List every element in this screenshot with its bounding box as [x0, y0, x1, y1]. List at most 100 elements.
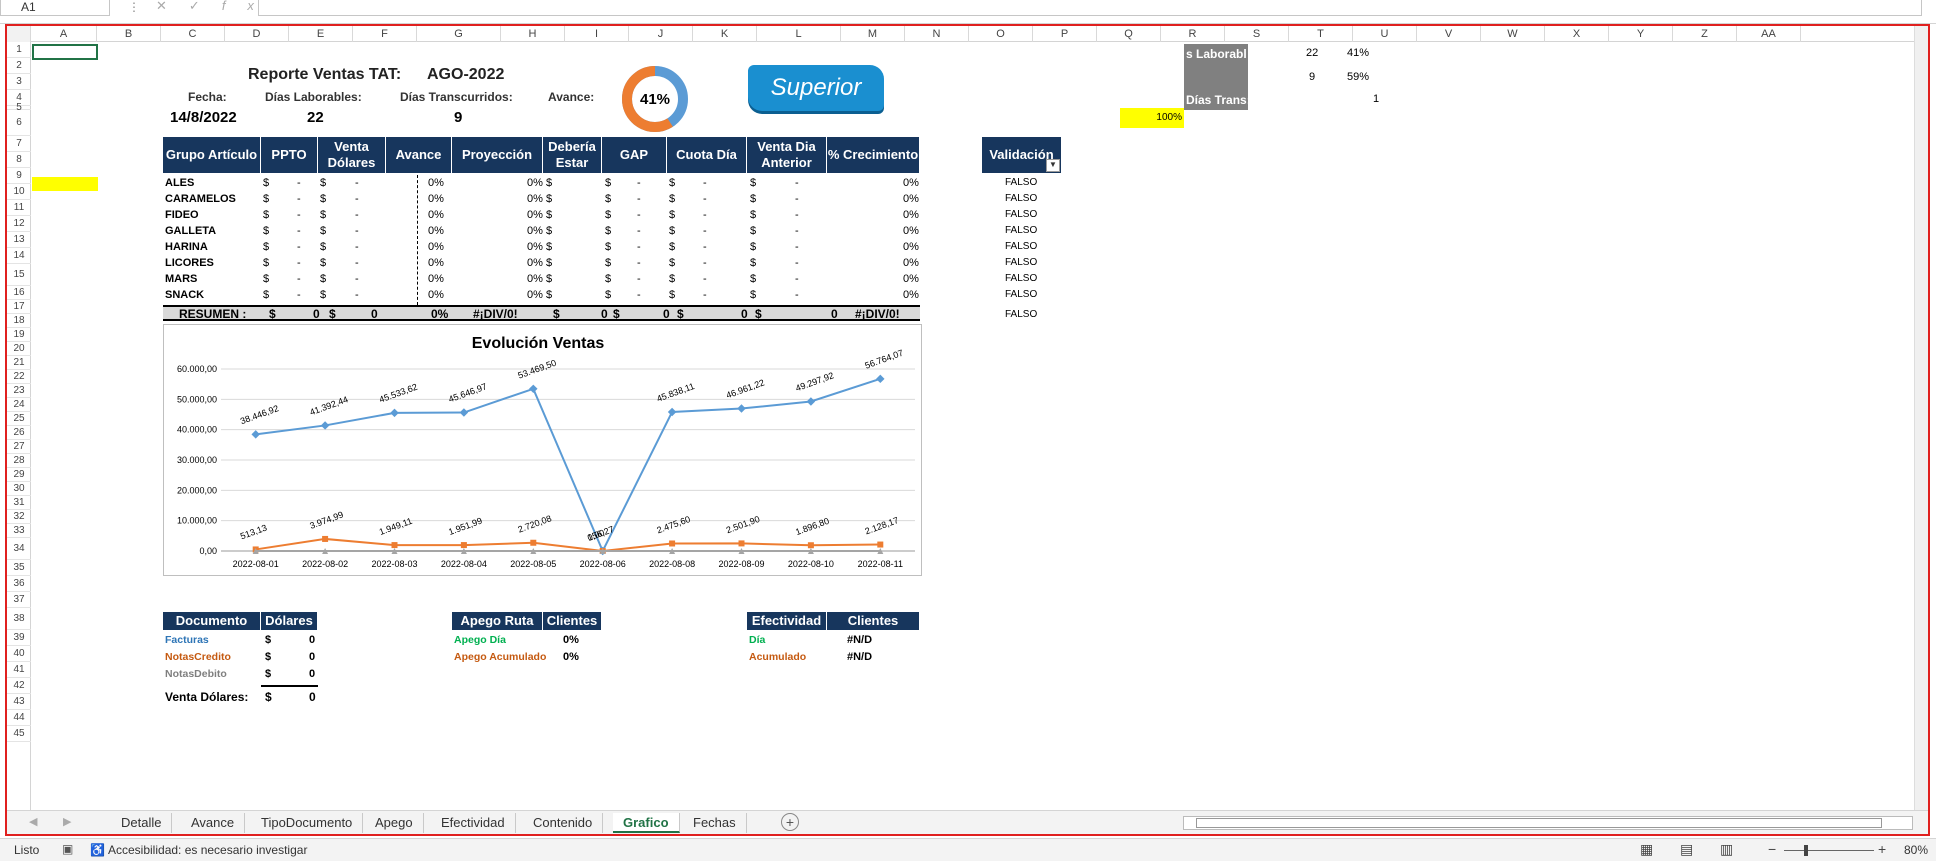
column-header-Q[interactable]: Q — [1097, 26, 1161, 42]
row-header-39[interactable]: 39 — [7, 630, 31, 646]
column-header-N[interactable]: N — [905, 26, 969, 42]
column-header-V[interactable]: V — [1417, 26, 1481, 42]
filter-dropdown-icon[interactable]: ▼ — [1046, 159, 1060, 172]
data-point[interactable] — [460, 542, 467, 549]
evolucion-ventas-chart[interactable]: Evolución Ventas 0,00 10.000,00 20.000,00 30… — [163, 324, 922, 576]
column-header-U[interactable]: U — [1353, 26, 1417, 42]
data-point[interactable] — [669, 540, 676, 547]
row-header-3[interactable]: 3 — [7, 74, 31, 90]
row-header-35[interactable]: 35 — [7, 560, 31, 576]
tab-fechas[interactable]: Fechas — [683, 813, 747, 833]
row-header-23[interactable]: 23 — [7, 384, 31, 398]
data-point[interactable] — [877, 541, 884, 548]
tab-scroll-left-icon[interactable]: ◀ — [29, 815, 37, 828]
row-header-25[interactable]: 25 — [7, 412, 31, 426]
tab-apego[interactable]: Apego — [365, 813, 424, 833]
row-header-15[interactable]: 15 — [7, 264, 31, 286]
page-break-icon[interactable]: ▥ — [1720, 841, 1733, 858]
row-header-33[interactable]: 33 — [7, 524, 31, 538]
column-header-R[interactable]: R — [1161, 26, 1225, 42]
row-header-9[interactable]: 9 — [7, 168, 31, 184]
row-header-2[interactable]: 2 — [7, 58, 31, 74]
tab-scroll-right-icon[interactable]: ▶ — [63, 815, 71, 828]
column-header-AA[interactable]: AA — [1737, 26, 1801, 42]
column-header-G[interactable]: G — [417, 26, 501, 42]
page-layout-icon[interactable]: ▤ — [1680, 841, 1693, 858]
active-cell[interactable] — [32, 44, 98, 60]
normal-view-icon[interactable]: ▦ — [1640, 841, 1653, 858]
row-header-37[interactable]: 37 — [7, 592, 31, 608]
column-header-Y[interactable]: Y — [1609, 26, 1673, 42]
row-header-21[interactable]: 21 — [7, 356, 31, 370]
zoom-level[interactable]: 80% — [1904, 843, 1928, 857]
accessibility-icon[interactable]: ♿ — [90, 843, 105, 857]
column-header-H[interactable]: H — [501, 26, 565, 42]
cancel-icon[interactable]: ✕ — [156, 0, 189, 13]
zoom-slider[interactable] — [1784, 850, 1874, 851]
select-all-corner[interactable] — [7, 26, 31, 42]
row-header-28[interactable]: 28 — [7, 454, 31, 468]
row-header-14[interactable]: 14 — [7, 248, 31, 264]
row-header-18[interactable]: 18 — [7, 314, 31, 328]
column-header-X[interactable]: X — [1545, 26, 1609, 42]
row-header-32[interactable]: 32 — [7, 510, 31, 524]
column-header-A[interactable]: A — [31, 26, 97, 42]
row-header-8[interactable]: 8 — [7, 152, 31, 168]
add-sheet-icon[interactable]: + — [781, 813, 799, 831]
row-header-13[interactable]: 13 — [7, 232, 31, 248]
row-header-45[interactable]: 45 — [7, 726, 31, 742]
row-header-16[interactable]: 16 — [7, 286, 31, 300]
row-header-30[interactable]: 30 — [7, 482, 31, 496]
name-box[interactable]: A1 — [0, 0, 110, 16]
row-header-40[interactable]: 40 — [7, 646, 31, 662]
row-header-24[interactable]: 24 — [7, 398, 31, 412]
tab-detalle[interactable]: Detalle — [111, 813, 173, 833]
accessibility-status[interactable]: Accesibilidad: es necesario investigar — [108, 843, 307, 857]
zoom-out-icon[interactable]: − — [1768, 841, 1776, 857]
tab-grafico[interactable]: Grafico — [613, 813, 680, 833]
row-header-17[interactable]: 17 — [7, 300, 31, 314]
column-header-I[interactable]: I — [565, 26, 629, 42]
row-header-7[interactable]: 7 — [7, 136, 31, 152]
row-header-31[interactable]: 31 — [7, 496, 31, 510]
column-header-Z[interactable]: Z — [1673, 26, 1737, 42]
row-header-22[interactable]: 22 — [7, 370, 31, 384]
column-header-W[interactable]: W — [1481, 26, 1545, 42]
row-header-42[interactable]: 42 — [7, 678, 31, 694]
column-header-E[interactable]: E — [289, 26, 353, 42]
column-header-B[interactable]: B — [97, 26, 161, 42]
zoom-slider-thumb[interactable] — [1804, 845, 1808, 856]
row-header-38[interactable]: 38 — [7, 608, 31, 630]
horizontal-scrollbar[interactable] — [1183, 816, 1913, 830]
macro-record-icon[interactable]: ▣ — [62, 842, 73, 856]
row-header-10[interactable]: 10 — [7, 184, 31, 200]
formula-input[interactable] — [258, 0, 1922, 16]
column-header-K[interactable]: K — [693, 26, 757, 42]
tab-efectividad[interactable]: Efectividad — [431, 813, 516, 833]
column-header-S[interactable]: S — [1225, 26, 1289, 42]
column-header-M[interactable]: M — [841, 26, 905, 42]
data-point[interactable] — [738, 540, 745, 547]
column-header-J[interactable]: J — [629, 26, 693, 42]
row-header-41[interactable]: 41 — [7, 662, 31, 678]
tab-tipodocumento[interactable]: TipoDocumento — [251, 813, 364, 833]
row-header-43[interactable]: 43 — [7, 694, 31, 710]
row-header-36[interactable]: 36 — [7, 576, 31, 592]
column-header-F[interactable]: F — [353, 26, 417, 42]
row-header-6[interactable]: 6 — [7, 110, 31, 136]
vertical-scrollbar[interactable] — [1914, 26, 1928, 810]
row-header-1[interactable]: 1 — [7, 42, 31, 58]
row-header-44[interactable]: 44 — [7, 710, 31, 726]
confirm-icon[interactable]: ✓ — [189, 0, 222, 13]
data-point[interactable] — [807, 542, 814, 549]
row-header-12[interactable]: 12 — [7, 216, 31, 232]
column-header-T[interactable]: T — [1289, 26, 1353, 42]
horizontal-scroll-thumb[interactable] — [1196, 818, 1882, 828]
data-point[interactable] — [322, 535, 329, 542]
column-header-P[interactable]: P — [1033, 26, 1097, 42]
row-header-34[interactable]: 34 — [7, 538, 31, 560]
data-point[interactable] — [530, 539, 537, 546]
column-header-O[interactable]: O — [969, 26, 1033, 42]
row-header-11[interactable]: 11 — [7, 200, 31, 216]
row-header-19[interactable]: 19 — [7, 328, 31, 342]
